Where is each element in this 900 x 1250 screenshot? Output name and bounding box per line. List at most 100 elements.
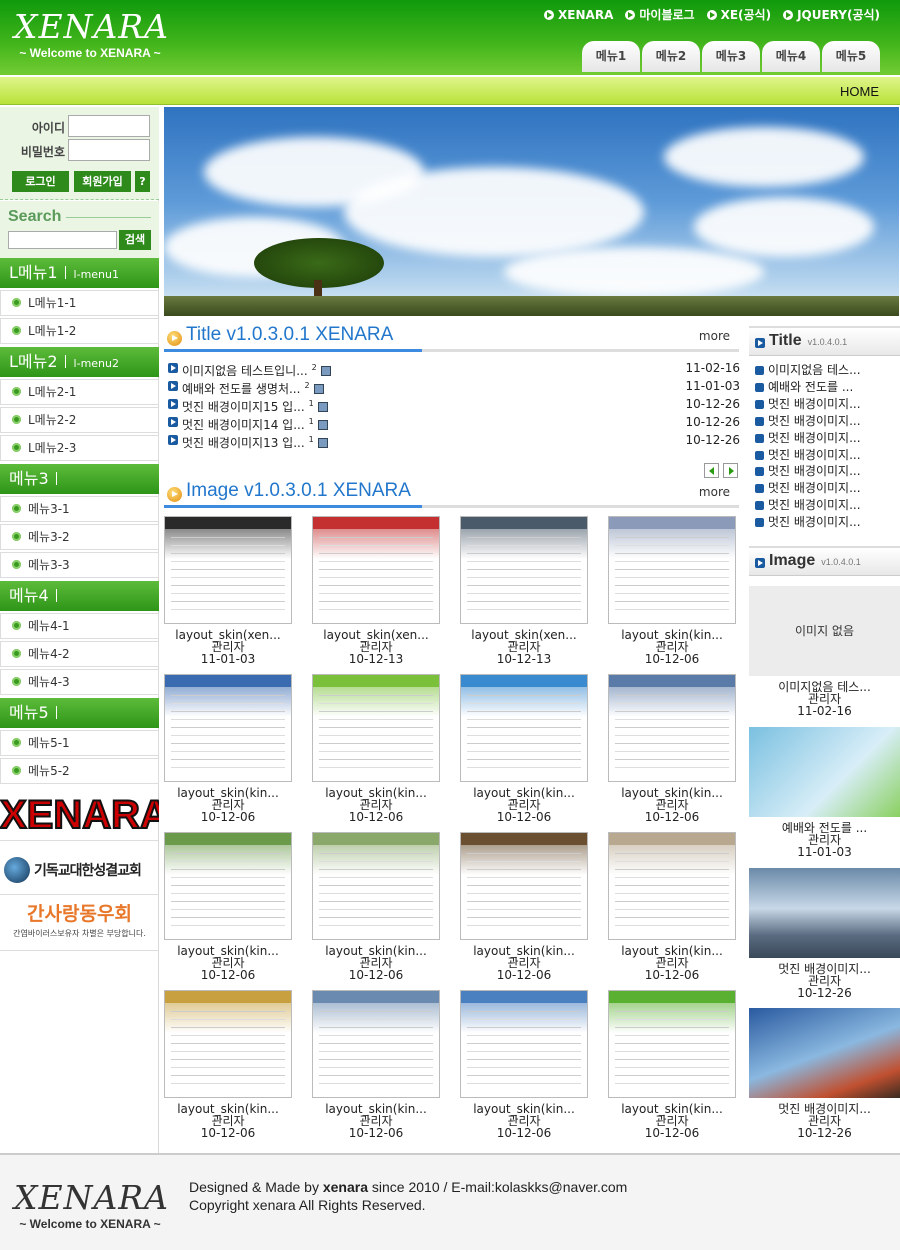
side-menu-header[interactable]: L메뉴1 l-menu1 <box>0 258 159 288</box>
title-more-link[interactable]: more <box>699 329 730 343</box>
side-menu-item[interactable]: 메뉴5-2 <box>0 758 159 784</box>
side-menu-item[interactable]: L메뉴1-1 <box>0 290 159 316</box>
right-title-version: v1.0.4.0.1 <box>807 337 848 347</box>
right-title-item[interactable]: 멋진 배경이미지... <box>755 430 895 447</box>
footer-logo[interactable]: XENARA ~ Welcome to XENARA ~ <box>14 1179 168 1232</box>
right-image-thumbnail[interactable] <box>749 1008 900 1098</box>
gallery-thumbnail[interactable] <box>164 990 292 1098</box>
gallery-thumbnail[interactable] <box>608 516 736 624</box>
gallery-thumbnail[interactable] <box>460 516 588 624</box>
xenara-banner-text: XENARA <box>0 792 159 838</box>
side-menu-item[interactable]: 메뉴5-1 <box>0 730 159 756</box>
tab-menu5[interactable]: 메뉴5 <box>822 41 880 72</box>
file-attachment-icon <box>313 384 324 394</box>
tab-menu2[interactable]: 메뉴2 <box>642 41 700 72</box>
right-image-thumbnail[interactable] <box>749 727 900 817</box>
home-link[interactable]: HOME <box>840 84 879 99</box>
right-image-version: v1.0.4.0.1 <box>821 557 861 567</box>
right-image-date: 11-02-16 <box>797 704 852 718</box>
main-visual-image <box>164 107 899 316</box>
thumbnail-banner <box>313 529 439 559</box>
tab-menu1[interactable]: 메뉴1 <box>582 41 640 72</box>
right-title-item[interactable]: 멋진 배경이미지... <box>755 463 895 480</box>
thumbnail-header <box>461 675 587 687</box>
help-button[interactable]: ? <box>135 171 150 192</box>
xenara-banner[interactable]: XENARA <box>0 789 159 841</box>
side-menu-item[interactable]: 메뉴3-1 <box>0 496 159 522</box>
side-menu-divider <box>64 355 66 368</box>
search-input[interactable] <box>8 231 117 249</box>
gallery-thumbnail[interactable] <box>460 674 588 782</box>
prev-page-icon[interactable] <box>704 463 719 478</box>
gallery-thumbnail[interactable] <box>164 674 292 782</box>
file-attachment-icon <box>317 438 328 448</box>
footer-line-2: Copyright xenara All Rights Reserved. <box>189 1197 426 1213</box>
login-button[interactable]: 로그인 <box>12 171 69 192</box>
gallery-item: layout_skin(xen... 관리자 10-12-13 <box>312 516 440 665</box>
side-menu-header[interactable]: 메뉴5 <box>0 698 159 728</box>
thumbnail-body <box>171 853 285 854</box>
password-input[interactable] <box>68 139 150 161</box>
right-image-thumbnail[interactable]: 이미지 없음 <box>749 586 900 676</box>
right-title-item[interactable]: 이미지없음 테스... <box>755 362 895 379</box>
thumbnail-header <box>609 833 735 845</box>
side-menu-item[interactable]: L메뉴2-2 <box>0 407 159 433</box>
gallery-thumbnail[interactable] <box>164 516 292 624</box>
tab-menu3[interactable]: 메뉴3 <box>702 41 760 72</box>
gallery-thumbnail[interactable] <box>312 674 440 782</box>
side-menu-header[interactable]: 메뉴4 <box>0 581 159 611</box>
right-title-item[interactable]: 멋진 배경이미지... <box>755 497 895 514</box>
side-menu-item[interactable]: L메뉴1-2 <box>0 318 159 344</box>
gallery-thumbnail[interactable] <box>608 674 736 782</box>
image-more-link[interactable]: more <box>699 485 730 499</box>
tab-menu4[interactable]: 메뉴4 <box>762 41 820 72</box>
right-title-item[interactable]: 예배와 전도를 ... <box>755 379 895 396</box>
right-title-item[interactable]: 멋진 배경이미지... <box>755 447 895 464</box>
top-link-xenara[interactable]: XENARA <box>544 6 613 23</box>
right-title-item[interactable]: 멋진 배경이미지... <box>755 514 895 531</box>
liver-banner[interactable]: 간사랑동우회 간염바이러스보유자 차별은 부당합니다. <box>0 899 159 951</box>
right-title-item[interactable]: 멋진 배경이미지... <box>755 413 895 430</box>
right-image-thumbnail[interactable] <box>749 868 900 958</box>
gallery-thumbnail[interactable] <box>460 990 588 1098</box>
side-menu-header[interactable]: 메뉴3 <box>0 464 159 494</box>
church-banner[interactable]: 기독교대한성결교회 <box>0 845 159 895</box>
id-input[interactable] <box>68 115 150 137</box>
side-menu-title: 메뉴4 <box>9 586 49 605</box>
side-menu-subtitle: l-menu2 <box>73 357 119 370</box>
top-link-myblog[interactable]: 마이블로그 <box>625 6 695 23</box>
side-menu-item[interactable]: 메뉴4-2 <box>0 641 159 667</box>
search-button[interactable]: 검색 <box>119 230 151 250</box>
gallery-thumbnail[interactable] <box>312 516 440 624</box>
side-menu-item[interactable]: L메뉴2-3 <box>0 435 159 461</box>
next-page-icon[interactable] <box>723 463 738 478</box>
arrow-bullet-icon <box>544 9 555 20</box>
side-menu-item[interactable]: 메뉴3-3 <box>0 552 159 578</box>
right-title-item[interactable]: 멋진 배경이미지... <box>755 480 895 497</box>
post-title[interactable]: 멋진 배경이미지13 입... 1 <box>182 431 328 452</box>
gallery-thumbnail[interactable] <box>608 832 736 940</box>
post-date: 11-02-16 <box>685 361 740 375</box>
gallery-item-date: 10-12-06 <box>200 1126 256 1140</box>
join-button[interactable]: 회원가입 <box>74 171 131 192</box>
top-link-xe[interactable]: XE(공식) <box>706 6 771 23</box>
thumbnail-header <box>313 517 439 529</box>
gallery-thumbnail[interactable] <box>312 990 440 1098</box>
side-menu-item[interactable]: L메뉴2-1 <box>0 379 159 405</box>
gallery-thumbnail[interactable] <box>608 990 736 1098</box>
side-menu-header[interactable]: L메뉴2 l-menu2 <box>0 347 159 377</box>
side-menu-item[interactable]: 메뉴4-1 <box>0 613 159 639</box>
right-title-item[interactable]: 멋진 배경이미지... <box>755 396 895 413</box>
site-logo[interactable]: XENARA ~ Welcome to XENARA ~ <box>14 8 168 61</box>
top-links: XENARA 마이블로그 XE(공식) JQUERY(공식) <box>544 6 880 23</box>
side-menu-item[interactable]: 메뉴3-2 <box>0 524 159 550</box>
thumbnail-header <box>609 991 735 1003</box>
gallery-thumbnail[interactable] <box>460 832 588 940</box>
thumbnail-banner <box>165 1003 291 1033</box>
gallery-thumbnail[interactable] <box>164 832 292 940</box>
gallery-thumbnail[interactable] <box>312 832 440 940</box>
search-box: Search 검색 <box>0 201 159 259</box>
side-menu-title: L메뉴2 <box>9 352 58 371</box>
top-link-jquery[interactable]: JQUERY(공식) <box>783 6 880 23</box>
side-menu-item[interactable]: 메뉴4-3 <box>0 669 159 695</box>
